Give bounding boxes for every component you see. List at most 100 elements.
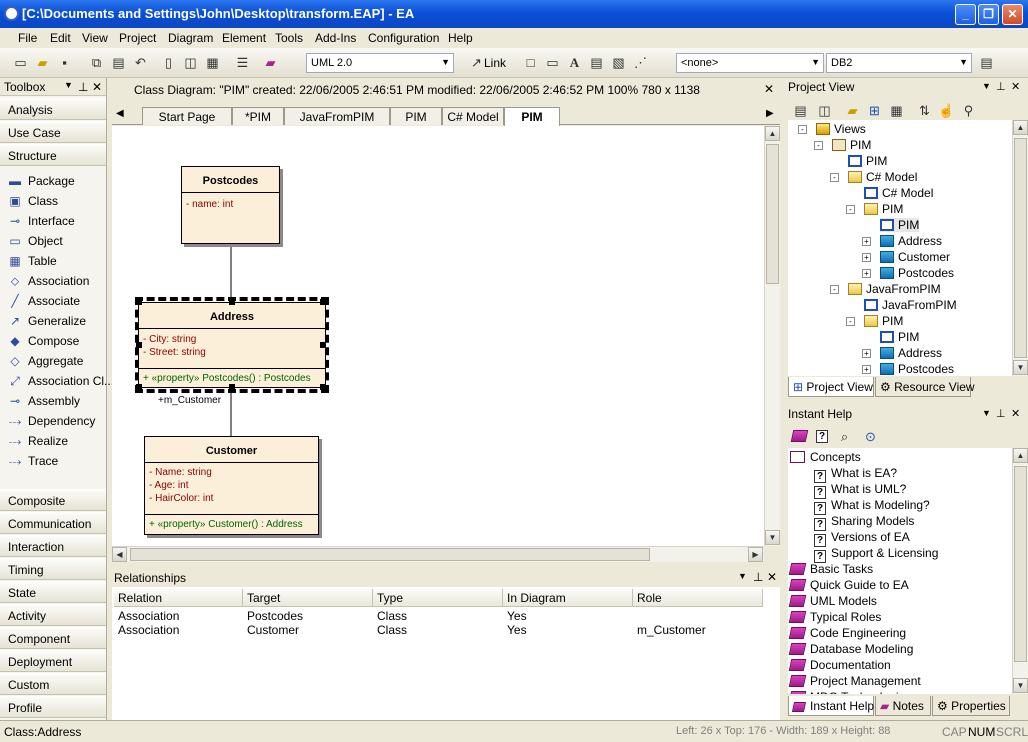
copy-icon[interactable]: ⧉ (88, 54, 105, 71)
help-item[interactable]: ? Versions of EA (814, 530, 910, 547)
class-address[interactable]: Address - City: string - Street: string … (138, 302, 326, 388)
options-icon[interactable]: ⚲ (960, 102, 977, 119)
tree-item[interactable]: Customer (880, 250, 950, 264)
toolbox-category-use-case[interactable]: Use Case (0, 121, 106, 143)
menu-diagram[interactable]: Diagram (168, 31, 213, 45)
resize-handle[interactable] (136, 342, 142, 348)
collapse-icon[interactable]: - (830, 173, 839, 182)
scroll-thumb[interactable] (766, 144, 779, 284)
scroll-up-icon[interactable]: ▲ (1013, 120, 1028, 135)
new-diagram-icon[interactable]: ◫ (816, 102, 833, 119)
new-folder-icon[interactable]: ▰ (844, 102, 861, 119)
tab-pim[interactable]: PIM (504, 107, 560, 126)
diagram-vertical-scrollbar[interactable]: ▲ ▼ (764, 126, 780, 546)
help-item[interactable]: Concepts (790, 450, 861, 464)
ellipse-icon[interactable]: ▭ (544, 54, 561, 71)
help-item[interactable]: Code Engineering (788, 626, 906, 640)
tree-item[interactable]: PIM (880, 218, 920, 232)
menu-element[interactable]: Element (222, 31, 266, 45)
tree-item[interactable]: Postcodes (880, 266, 954, 280)
resize-handle[interactable] (320, 342, 326, 348)
dropdown-icon[interactable]: ▼ (982, 81, 991, 91)
tab-pim[interactable]: PIM (390, 107, 442, 125)
properties-icon[interactable]: ▦ (888, 102, 905, 119)
help-book-icon[interactable]: ▰ (262, 54, 279, 71)
toolbox-category-custom[interactable]: Custom (0, 673, 106, 695)
column-header-relation[interactable]: Relation (114, 589, 243, 607)
menu-add-ins[interactable]: Add-Ins (315, 31, 356, 45)
toolbox-item-associate[interactable]: ╱ Associate (8, 294, 80, 308)
tree-item[interactable]: PIM (864, 202, 903, 216)
toolbox-category-profile[interactable]: Profile (0, 696, 106, 718)
document-icon[interactable]: ▤ (978, 54, 995, 71)
locate-icon[interactable]: ☝ (938, 102, 955, 119)
pin-icon[interactable]: ⊥ (996, 407, 1006, 420)
new-icon[interactable]: ▭ (12, 54, 29, 71)
restore-button[interactable]: ❐ (978, 4, 999, 25)
scroll-up-icon[interactable]: ▲ (1013, 448, 1028, 463)
scroll-thumb[interactable] (1014, 138, 1027, 358)
tree-item[interactable]: Postcodes (880, 362, 954, 376)
note-icon[interactable]: ▤ (588, 54, 605, 71)
help-topic-icon[interactable]: ? (816, 430, 828, 443)
toolbox-item-interface[interactable]: ⊸ Interface (8, 214, 75, 228)
toolbox-item-package[interactable]: ▬ Package (8, 174, 75, 188)
tree-item[interactable]: JavaFromPIM (848, 282, 941, 296)
dropdown-icon[interactable]: ▼ (64, 80, 73, 90)
resize-handle[interactable] (320, 384, 326, 390)
menu-help[interactable]: Help (448, 31, 473, 45)
new-package-icon[interactable]: ▤ (792, 102, 809, 119)
toolbox-item-association[interactable]: ⬦ Association (8, 274, 90, 289)
scroll-down-icon[interactable]: ▼ (1013, 678, 1028, 693)
pin-icon[interactable]: ⊥ (753, 570, 763, 584)
tree-item[interactable]: Address (880, 234, 942, 248)
hierarchy-icon[interactable]: ⊞ (866, 102, 883, 119)
close-icon[interactable]: ✕ (92, 80, 102, 94)
column-header-in-diagram[interactable]: In Diagram (503, 589, 633, 607)
expand-icon[interactable]: + (862, 253, 871, 262)
tab--pim[interactable]: *PIM (232, 107, 284, 125)
scroll-up-icon[interactable]: ▲ (765, 126, 780, 141)
help-item[interactable]: UML Models (788, 594, 877, 608)
menu-view[interactable]: View (82, 31, 108, 45)
column-header-target[interactable]: Target (243, 589, 373, 607)
help-item[interactable]: ? Sharing Models (814, 514, 914, 531)
close-icon[interactable]: ✕ (1011, 80, 1020, 93)
print-preview-icon[interactable]: ◫ (182, 54, 199, 71)
expand-icon[interactable]: + (862, 237, 871, 246)
toolbox-category-interaction[interactable]: Interaction (0, 535, 106, 557)
minimize-button[interactable]: _ (955, 4, 976, 25)
tree-item[interactable]: PIM (864, 314, 903, 328)
scroll-down-icon[interactable]: ▼ (765, 530, 780, 545)
notes-icon[interactable]: ☰ (234, 54, 251, 71)
menu-file[interactable]: File (18, 31, 37, 45)
toolbox-item-object[interactable]: ▭ Object (8, 234, 62, 248)
toolbox-category-composite[interactable]: Composite (0, 489, 106, 511)
scroll-down-icon[interactable]: ▼ (1013, 360, 1028, 375)
link-icon[interactable]: ↗ (468, 54, 485, 71)
help-item[interactable]: Database Modeling (788, 642, 913, 656)
resize-handle[interactable] (320, 299, 326, 305)
close-button[interactable]: ✕ (1002, 4, 1023, 25)
tab-scroll-right-icon[interactable]: ▶ (766, 108, 774, 119)
menu-tools[interactable]: Tools (275, 31, 303, 45)
collapse-icon[interactable]: - (798, 125, 807, 134)
image-icon[interactable]: ▧ (610, 54, 627, 71)
collapse-icon[interactable]: - (846, 205, 855, 214)
tab-javafrompim[interactable]: JavaFromPIM (284, 107, 390, 125)
toolbox-category-state[interactable]: State (0, 581, 106, 603)
toolbox-item-aggregate[interactable]: ◇ Aggregate (8, 354, 83, 368)
stereotype-select[interactable]: <none> ▼ (676, 53, 824, 73)
menu-edit[interactable]: Edit (50, 31, 71, 45)
toolbox-item-realize[interactable]: ⤏ Realize (8, 434, 68, 449)
contents-icon[interactable] (790, 430, 809, 442)
resize-handle[interactable] (229, 384, 235, 390)
toolbox-item-dependency[interactable]: ⤏ Dependency (8, 414, 96, 429)
expand-icon[interactable]: + (862, 269, 871, 278)
scroll-thumb[interactable] (1014, 466, 1027, 662)
toolbox-item-class[interactable]: ▣ Class (8, 194, 58, 208)
toolbox-item-table[interactable]: ▦ Table (8, 254, 56, 268)
tree-scrollbar[interactable]: ▲ ▼ (1012, 120, 1028, 376)
link-label[interactable]: Link (484, 56, 506, 70)
toolbox-item-generalize[interactable]: ↗ Generalize (8, 314, 86, 328)
